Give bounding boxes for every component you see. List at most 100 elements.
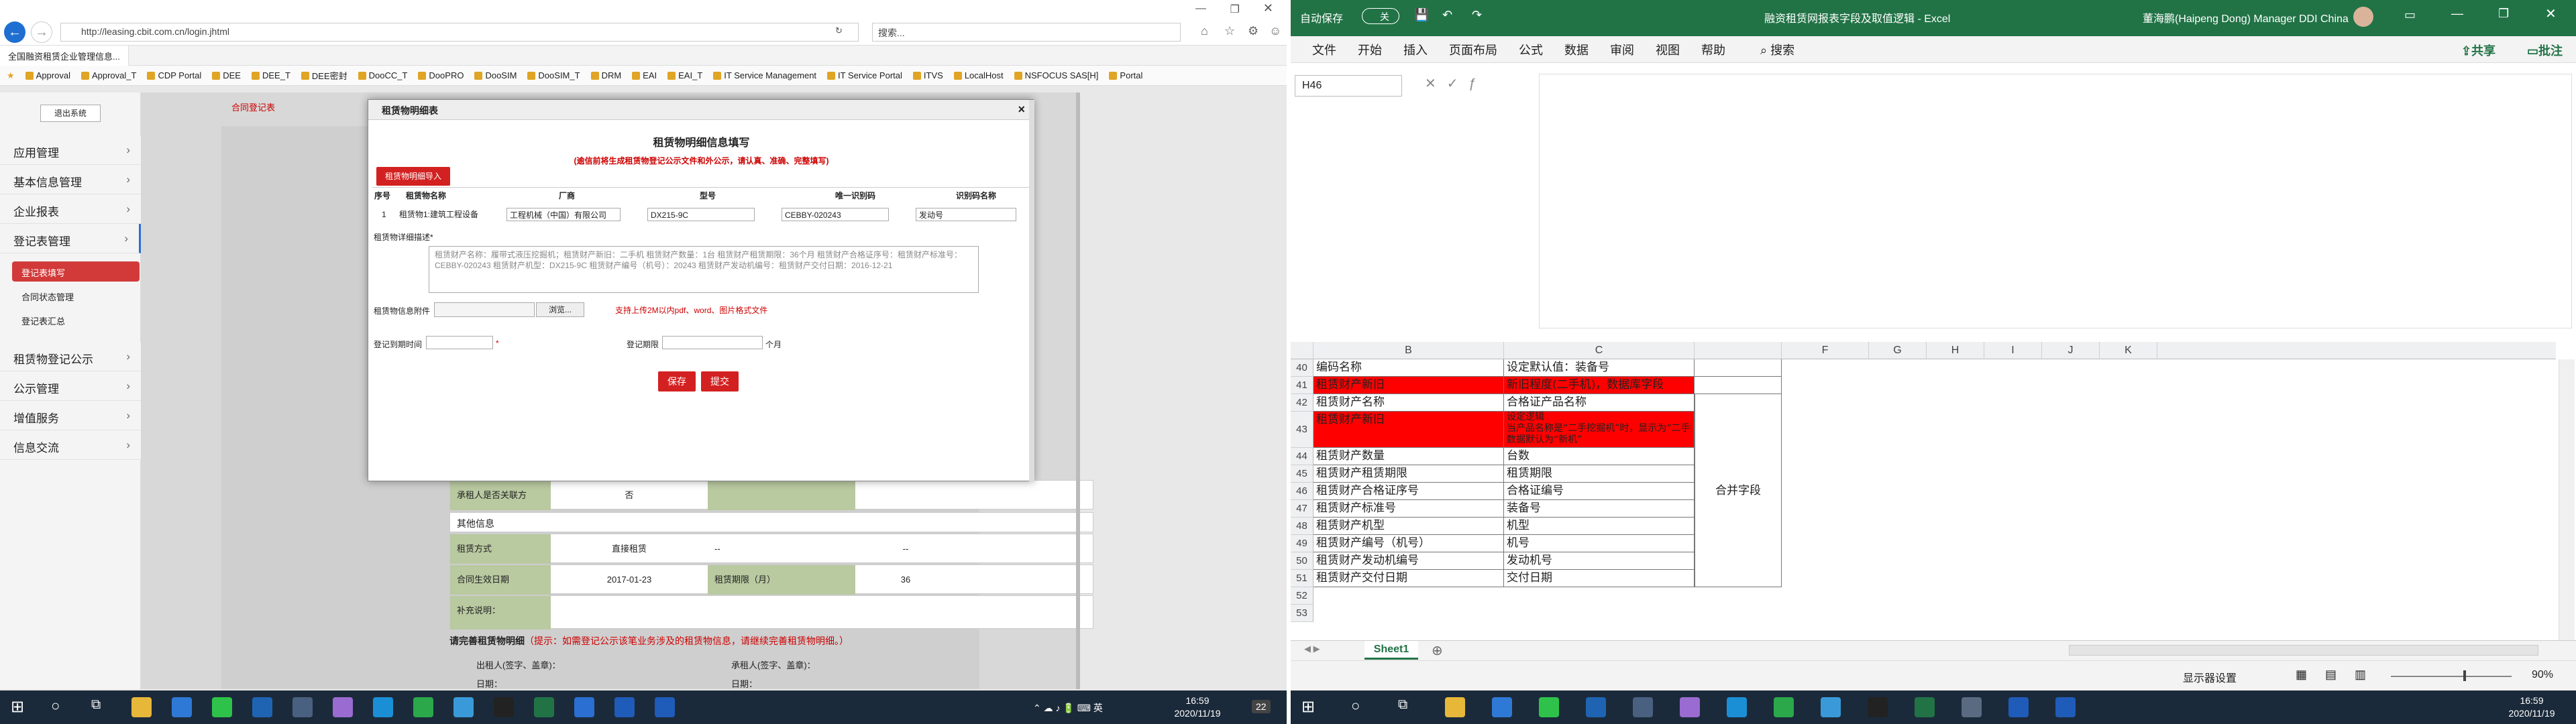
skype-icon[interactable]: [1821, 697, 1841, 717]
close-icon[interactable]: ✕: [1263, 1, 1273, 15]
app-icon[interactable]: [1774, 697, 1794, 717]
file-explorer-icon[interactable]: [1445, 697, 1465, 717]
cell-f[interactable]: [1695, 359, 1782, 377]
column-header[interactable]: K: [2100, 342, 2157, 359]
ui-app-icon[interactable]: [2055, 697, 2076, 717]
ribbon-tab[interactable]: 数据: [1554, 41, 1599, 58]
url-input[interactable]: http://leasing.cbit.com.cn/login.jhtml: [60, 23, 859, 42]
skype-icon[interactable]: [453, 697, 474, 717]
minimize-icon[interactable]: —: [2451, 7, 2463, 21]
excel-icon[interactable]: [534, 697, 554, 717]
select-all[interactable]: [1291, 342, 1313, 359]
attachment-input[interactable]: [434, 302, 535, 317]
favorite-link[interactable]: DRM: [590, 70, 621, 80]
ie-icon[interactable]: [1492, 697, 1512, 717]
row-header[interactable]: 42: [1291, 394, 1313, 412]
app-icon[interactable]: [333, 697, 353, 717]
outlook-icon[interactable]: [1586, 697, 1606, 717]
file-explorer-icon[interactable]: [131, 697, 152, 717]
comment-button[interactable]: ▭批注: [2527, 42, 2563, 59]
forward-icon[interactable]: →: [31, 21, 52, 43]
save-icon[interactable]: 💾: [1414, 8, 1429, 22]
favorite-link[interactable]: Approval_T: [80, 70, 136, 80]
app-icon[interactable]: [574, 697, 594, 717]
cell-c[interactable]: 设定默认值：装备号: [1504, 359, 1695, 377]
sheet-tab[interactable]: Sheet1: [1364, 641, 1418, 660]
spreadsheet-grid[interactable]: B C F G H I J K 40 编码名称 设定默认值：装备号 41 租赁财产新旧 新旧程度(二手机)…: [1291, 342, 2556, 640]
windows-start-icon[interactable]: ⊞: [1301, 697, 1315, 717]
ribbon-tab[interactable]: 审阅: [1599, 41, 1645, 58]
column-header[interactable]: B: [1313, 342, 1504, 359]
favorite-link[interactable]: Approval: [25, 70, 70, 80]
column-header-blank[interactable]: [2157, 342, 2556, 359]
row-header[interactable]: 48: [1291, 518, 1313, 535]
cell-c[interactable]: 新旧程度(二手机)，数据库字段: [1504, 377, 1695, 394]
add-sheet-icon[interactable]: ⊕: [1432, 642, 1443, 659]
cell-c[interactable]: 租赁期限: [1504, 465, 1695, 483]
favorite-link[interactable]: DooSIM: [474, 70, 517, 80]
close-icon[interactable]: ×: [1018, 103, 1025, 117]
code-name-field[interactable]: 发动号: [916, 208, 1016, 221]
column-header[interactable]: I: [1984, 342, 2042, 359]
search-input[interactable]: 搜索...: [872, 23, 1181, 42]
favorite-link[interactable]: DooCC_T: [358, 70, 407, 80]
column-header[interactable]: C: [1504, 342, 1695, 359]
cell-b[interactable]: 租赁财产发动机编号: [1313, 552, 1504, 570]
cell-b[interactable]: 租赁财产名称: [1313, 394, 1504, 412]
ribbon-tab[interactable]: 文件: [1301, 41, 1347, 58]
import-button[interactable]: 租赁物明细导入: [376, 167, 450, 186]
clock[interactable]: 16:59 2020/11/19: [1167, 695, 1228, 720]
home-icon[interactable]: ⌂: [1201, 24, 1208, 38]
model-field[interactable]: DX215-9C: [647, 208, 755, 221]
nav-item[interactable]: 信息交流 ›: [0, 430, 141, 460]
cell-b[interactable]: 租赁财产机型: [1313, 518, 1504, 535]
page-break-icon[interactable]: ▥: [2355, 668, 2366, 682]
subnav-item[interactable]: 登记表汇总: [12, 310, 140, 330]
app-icon[interactable]: [413, 697, 433, 717]
qq-icon[interactable]: [494, 697, 514, 717]
task-view-icon[interactable]: ⧉: [1398, 697, 1407, 713]
autosave-toggle[interactable]: 关: [1362, 8, 1399, 24]
nav-item[interactable]: 企业报表 ›: [0, 194, 141, 224]
ribbon-tab[interactable]: 页面布局: [1438, 41, 1508, 58]
ui-app-icon[interactable]: [614, 697, 635, 717]
back-icon[interactable]: ←: [4, 21, 25, 43]
code-field[interactable]: CEBBY-020243: [782, 208, 889, 221]
favorite-link[interactable]: DooSIM_T: [527, 70, 580, 80]
zoom-thumb[interactable]: [2463, 670, 2466, 681]
row-header[interactable]: 51: [1291, 570, 1313, 587]
tab-active[interactable]: 全国融资租赁企业管理信息...: [0, 46, 129, 66]
column-header[interactable]: [1695, 342, 1782, 359]
undo-icon[interactable]: ↶: [1442, 8, 1452, 22]
search-icon[interactable]: ○: [51, 697, 60, 715]
cell-b[interactable]: 租赁财产交付日期: [1313, 570, 1504, 587]
restore-icon[interactable]: ❐: [2498, 7, 2509, 21]
cell-c[interactable]: 发动机号: [1504, 552, 1695, 570]
smiley-icon[interactable]: ☺: [1269, 24, 1281, 38]
favorite-link[interactable]: ITVS: [912, 70, 943, 80]
favorite-link[interactable]: DEE: [212, 70, 241, 80]
ribbon-tab[interactable]: 公式: [1508, 41, 1554, 58]
gear-icon[interactable]: ⚙: [1248, 24, 1258, 38]
ie-icon[interactable]: [172, 697, 192, 717]
cell-b[interactable]: 租赁财产编号（机号）: [1313, 535, 1504, 552]
row-header[interactable]: 44: [1291, 448, 1313, 465]
period-input[interactable]: [662, 336, 763, 349]
favorite-link[interactable]: DEE密封: [301, 69, 347, 82]
maximize-icon[interactable]: ❐: [1230, 3, 1240, 16]
ui-app-icon[interactable]: [655, 697, 675, 717]
search-icon[interactable]: ○: [1351, 697, 1360, 715]
ribbon-tab[interactable]: 开始: [1347, 41, 1393, 58]
formula-bar[interactable]: [1539, 74, 2572, 328]
windows-start-icon[interactable]: ⊞: [11, 697, 24, 717]
modal-scrollbar[interactable]: [1029, 100, 1034, 482]
row-header[interactable]: 40: [1291, 359, 1313, 377]
excel-icon[interactable]: [1915, 697, 1935, 717]
save-button[interactable]: 保存: [658, 371, 696, 391]
row-header[interactable]: 41: [1291, 377, 1313, 394]
search-box[interactable]: ⌕ 搜索: [1750, 41, 1805, 58]
favorite-link[interactable]: IT Service Portal: [827, 70, 902, 80]
cell-c[interactable]: 设定逻辑当产品名称是“二手挖掘机”时，显示为“二手挖”，指此之外都显示数据默认为…: [1504, 412, 1695, 448]
browse-button[interactable]: 浏览...: [536, 302, 584, 317]
favorites-star-icon[interactable]: ★: [7, 70, 15, 81]
